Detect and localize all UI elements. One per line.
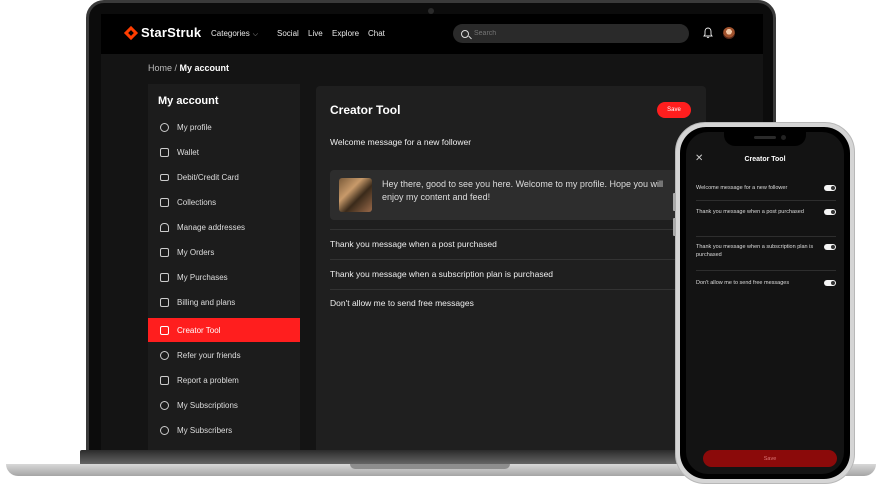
phone-welcome-label: Welcome message for a new follower xyxy=(696,185,788,191)
sidebar-item-my-subscriptions[interactable]: My Subscriptions xyxy=(148,393,300,417)
sidebar-item-my-purchases[interactable]: My Purchases xyxy=(148,265,300,289)
divider xyxy=(696,200,836,201)
phone-post-purchase-label: Thank you message when a post purchased xyxy=(696,209,804,215)
phone-no-free-label: Don't allow me to send free messages xyxy=(696,280,790,286)
receipt-icon xyxy=(160,272,169,282)
search-icon xyxy=(461,29,469,38)
sidebar-item-creator-tool[interactable]: Creator Tool xyxy=(148,318,300,342)
welcome-message-toggle[interactable] xyxy=(824,185,836,191)
save-button[interactable]: Save xyxy=(657,102,691,118)
home-icon xyxy=(160,222,169,232)
search-input[interactable] xyxy=(474,30,674,37)
brand-name: StarStruk xyxy=(141,25,202,40)
divider xyxy=(330,229,690,230)
divider xyxy=(696,236,836,237)
plan-purchase-message-setting[interactable]: Thank you message when a subscription pl… xyxy=(330,269,553,279)
post-purchase-toggle[interactable] xyxy=(824,209,836,215)
creator-tool-title: Creator Tool xyxy=(330,103,401,117)
bookmark-icon xyxy=(160,197,169,207)
account-sidebar: My account My profile Wallet Debit/Credi… xyxy=(148,84,300,450)
laptop-screen: StarStruk Categories ⌵ Social Live Explor… xyxy=(101,14,763,450)
brand-logo[interactable]: StarStruk xyxy=(125,25,201,40)
welcome-message-image xyxy=(339,178,372,212)
sidebar-item-label: Wallet xyxy=(177,147,199,157)
sidebar-item-label: Debit/Credit Card xyxy=(177,172,239,182)
breadcrumb-home[interactable]: Home xyxy=(148,63,172,73)
welcome-message-label: Welcome message for a new follower xyxy=(330,137,472,147)
plan-purchase-toggle[interactable] xyxy=(824,244,836,250)
phone-screen: ✕ Creator Tool Welcome message for a new… xyxy=(686,132,844,474)
chevron-down-icon: ⌵ xyxy=(252,31,258,38)
sidebar-title: My account xyxy=(158,95,219,107)
nav-categories[interactable]: Categories ⌵ xyxy=(211,29,258,39)
nav-live[interactable]: Live xyxy=(308,29,323,38)
breadcrumb-current: My account xyxy=(179,63,230,73)
post-purchase-message-setting[interactable]: Thank you message when a post purchased xyxy=(330,239,497,249)
starstruk-logo-icon xyxy=(125,27,137,39)
welcome-message-text: Hey there, good to see you here. Welcome… xyxy=(382,179,663,202)
sidebar-item-billing-and-plans[interactable]: Billing and plans xyxy=(148,290,300,314)
creator-tool-card: Creator Tool Save Welcome message for a … xyxy=(316,86,706,450)
sidebar-item-label: Report a problem xyxy=(177,375,239,385)
no-free-messages-toggle[interactable] xyxy=(824,280,836,286)
phone-bezel: ✕ Creator Tool Welcome message for a new… xyxy=(680,127,850,479)
sidebar-item-label: My Subscriptions xyxy=(177,400,238,410)
orders-icon xyxy=(160,247,169,257)
sidebar-item-label: Manage addresses xyxy=(177,222,246,232)
sidebar-item-my-subscribers[interactable]: My Subscribers xyxy=(148,418,300,442)
sidebar-item-label: Billing and plans xyxy=(177,297,236,307)
phone-frame: ✕ Creator Tool Welcome message for a new… xyxy=(673,122,855,484)
no-free-messages-setting[interactable]: Don't allow me to send free messages xyxy=(330,298,474,308)
search-bar[interactable] xyxy=(453,24,689,43)
nav-categories-label: Categories xyxy=(211,29,250,38)
sidebar-item-label: Collections xyxy=(177,197,217,207)
sidebar-item-label: Refer your friends xyxy=(177,350,241,360)
credit-card-icon xyxy=(160,173,169,181)
users-icon xyxy=(160,350,169,360)
laptop-notch xyxy=(350,464,510,469)
subscribers-icon xyxy=(160,425,169,435)
sidebar-item-label: My Subscribers xyxy=(177,425,233,435)
sidebar-item-my-orders[interactable]: My Orders xyxy=(148,240,300,264)
phone-plan-purchase-label: Thank you message when a subscription pl… xyxy=(696,244,814,258)
sidebar-item-refer-your-friends[interactable]: Refer your friends xyxy=(148,343,300,367)
phone-notch xyxy=(724,132,806,146)
nav-explore[interactable]: Explore xyxy=(332,29,359,38)
sidebar-item-debit-credit-card[interactable]: Debit/Credit Card xyxy=(148,165,300,189)
phone-volume-button xyxy=(673,218,676,236)
sidebar-item-collections[interactable]: Collections xyxy=(148,190,300,214)
phone-camera xyxy=(781,135,786,140)
sidebar-item-label: Creator Tool xyxy=(177,325,221,335)
divider xyxy=(696,270,836,271)
report-icon xyxy=(160,375,169,385)
sidebar-item-my-profile[interactable]: My profile xyxy=(148,115,300,139)
sidebar-item-report-a-problem[interactable]: Report a problem xyxy=(148,368,300,392)
creator-tool-icon xyxy=(160,325,169,335)
user-avatar[interactable] xyxy=(723,27,735,39)
sidebar-item-wallet[interactable]: Wallet xyxy=(148,140,300,164)
phone-speaker xyxy=(754,136,776,139)
document-icon xyxy=(160,297,169,307)
sidebar-item-label: My Orders xyxy=(177,247,215,257)
top-navbar: StarStruk Categories ⌵ Social Live Explor… xyxy=(101,14,763,54)
nav-social[interactable]: Social xyxy=(277,29,299,38)
sidebar-item-label: My Purchases xyxy=(177,272,228,282)
wallet-icon xyxy=(160,147,169,157)
sidebar-item-label: My profile xyxy=(177,122,212,132)
phone-save-button[interactable]: Save xyxy=(703,450,837,467)
divider xyxy=(330,259,690,260)
breadcrumb-separator: / xyxy=(172,63,180,73)
breadcrumb: Home / My account xyxy=(148,63,229,73)
user-circle-icon xyxy=(160,122,169,132)
welcome-message-field[interactable]: Hey there, good to see you here. Welcome… xyxy=(330,170,690,220)
subscription-icon xyxy=(160,400,169,410)
bell-icon[interactable] xyxy=(703,27,713,39)
divider xyxy=(330,289,690,290)
phone-page-title: Creator Tool xyxy=(744,156,786,163)
sidebar-item-manage-addresses[interactable]: Manage addresses xyxy=(148,215,300,239)
phone-volume-button xyxy=(673,193,676,211)
nav-chat[interactable]: Chat xyxy=(368,29,385,38)
